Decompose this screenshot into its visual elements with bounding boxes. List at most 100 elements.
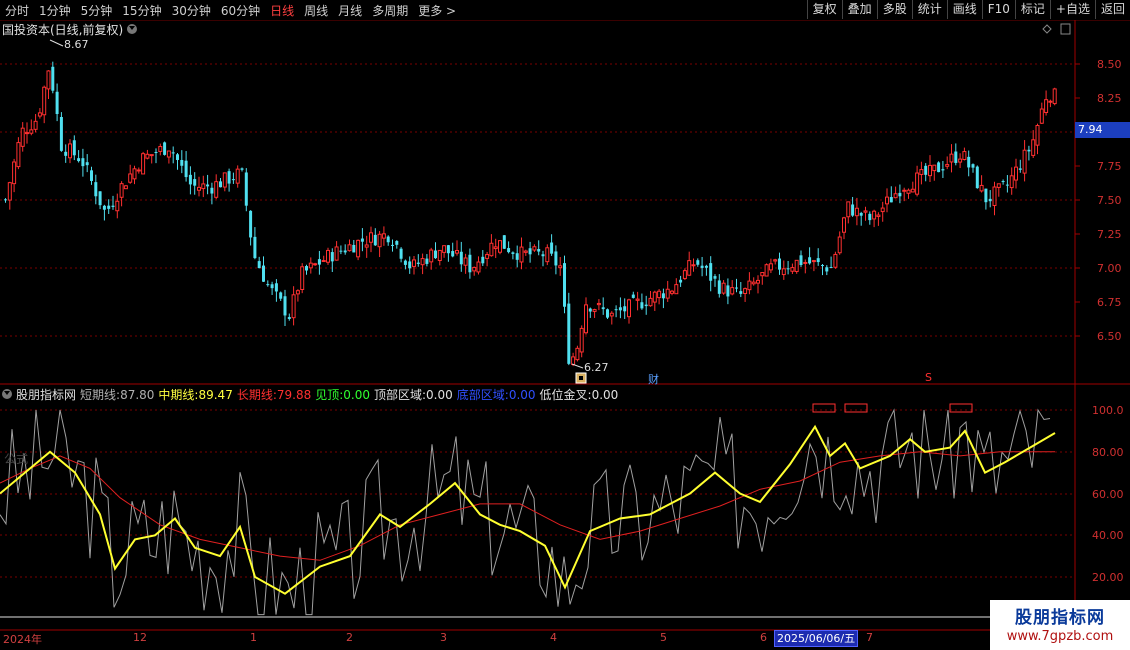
candle-body [837,236,842,254]
candle-body [291,294,296,319]
candle-body [979,184,984,192]
candle-body [924,165,928,175]
candle-body [735,287,738,289]
candle-body [197,186,201,191]
candle-body [128,173,133,183]
faded-formula-text: 公式 [4,452,29,466]
candle-body [472,266,477,272]
candle-body [545,247,550,263]
candle-body [984,188,988,203]
candle-body [1031,139,1036,156]
candle-body [1048,100,1053,103]
top-zone-marker [844,403,868,413]
candle-body [102,205,106,210]
candle-body [377,233,382,248]
candle-body [171,152,175,154]
candle-body [614,309,618,311]
candle-body [222,172,227,188]
candle-body [262,265,265,282]
candle-body [308,262,313,269]
candle-body [498,240,502,253]
candle-body [803,261,808,264]
date-label: 2 [346,631,353,644]
candle-body [90,170,93,181]
candle-body [408,261,412,269]
candle-body [915,172,920,195]
long-term-line [0,451,1055,561]
candle-body [1018,168,1022,170]
candle-body [652,291,657,303]
date-label: 3 [440,631,447,644]
candle-body [1044,99,1049,113]
candle-body [550,242,554,254]
candle-body [623,306,627,312]
candle-body [123,185,128,190]
candle-body [657,290,662,299]
candle-body [360,238,364,242]
price-axis-label: 8.25 [1097,92,1122,105]
candle-body [46,70,51,90]
candle-body [77,158,81,162]
candle-body [893,193,898,199]
candle-body [249,210,253,238]
candle-body [679,279,683,283]
candle-body [339,250,343,252]
candle-body [721,282,726,294]
candle-body [842,217,846,233]
candle-body [373,234,377,246]
indicator-axis-label: 60.00 [1092,488,1124,501]
top-zone-marker [812,403,836,413]
candle-body [193,179,197,186]
candle-body [713,276,717,279]
candle-body [670,290,674,294]
dropdown-icon[interactable] [2,389,12,399]
candle-body [403,260,407,265]
candle-body [941,169,945,171]
date-label: 6 [760,631,767,644]
candle-body [476,261,481,273]
candle-body [558,265,563,269]
candle-body [768,263,773,271]
candle-body [954,151,958,163]
candle-body [790,267,795,272]
candle-body [579,327,584,353]
candle-body [902,189,907,192]
candle-body [42,86,47,116]
candle-body [369,232,373,243]
candle-body [648,297,653,307]
long-term-value: 长期线:79.88 [236,387,312,402]
candle-body [163,142,167,155]
candle-body [627,299,631,318]
candle-body [821,265,824,267]
date-label: 2024年 [3,633,42,646]
candle-body [859,212,863,216]
candle-body [158,146,163,152]
stock-chart-title: 国投资本(日线,前复权) [2,21,138,37]
top-zone-value: 顶部区域:0.00 [374,387,453,402]
s-tag[interactable]: S [925,371,932,384]
candle-body [635,298,640,301]
candle-body [567,303,571,364]
candle-body [420,258,425,266]
candle-body [640,302,644,309]
candle-body [606,309,609,318]
candle-body [696,260,700,265]
candle-body [437,249,442,262]
candle-body [958,158,963,163]
candle-body [1035,124,1040,146]
candle-body [451,251,455,257]
short-term-value: 短期线:87.80 [80,387,155,402]
dropdown-icon[interactable] [127,24,138,34]
candle-body [962,151,967,160]
candle-body [442,245,447,253]
candle-body [231,179,235,181]
current-price-label: 7.94 [1075,122,1130,138]
high-pointer [49,39,64,47]
candle-body [257,261,261,269]
chart-canvas[interactable] [0,0,1130,650]
candle-body [588,308,592,312]
finance-tag[interactable]: 财 [648,371,659,387]
candle-body [592,309,597,312]
candle-body [184,160,188,178]
candle-body [399,248,403,259]
